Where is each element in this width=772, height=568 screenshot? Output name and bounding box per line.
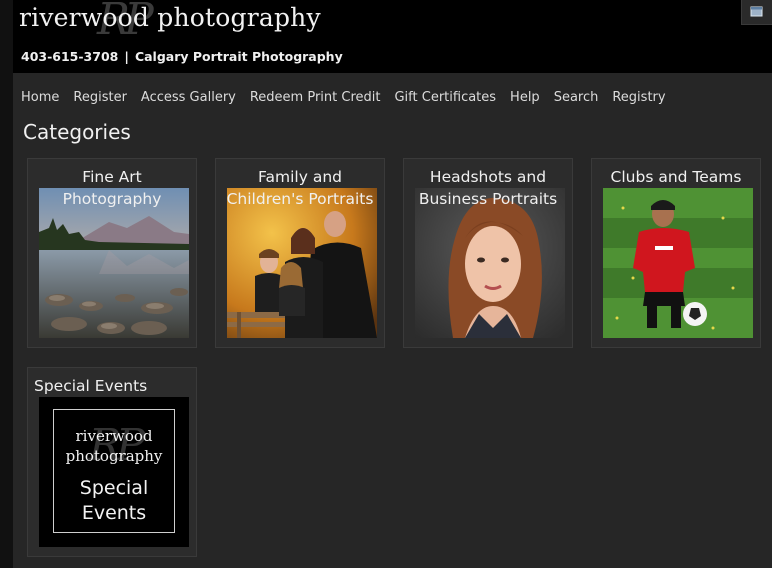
- category-card-special-events[interactable]: Special Events RP riverwood photography …: [27, 367, 197, 557]
- category-title: Special Events: [28, 375, 196, 397]
- category-title: Fine Art Photography: [28, 166, 196, 210]
- soccer-player-image: [603, 188, 753, 338]
- nav-register[interactable]: Register: [73, 90, 127, 105]
- tagline: 403-615-3708 | Calgary Portrait Photograph…: [21, 49, 343, 64]
- category-title: Family and Children's Portraits: [216, 166, 384, 210]
- category-thumbnail-soccer[interactable]: [603, 188, 753, 338]
- window-icon[interactable]: [741, 0, 772, 25]
- logo-text: riverwood photography: [19, 3, 321, 32]
- nav-gift-certificates[interactable]: Gift Certificates: [394, 90, 496, 105]
- category-thumbnail-family[interactable]: [227, 188, 377, 338]
- category-thumbnail-special-events[interactable]: RP riverwood photography Special Events: [39, 397, 189, 547]
- category-card-headshots[interactable]: Headshots and Business Portraits: [403, 158, 573, 348]
- category-title-line: Clubs and Teams: [610, 168, 742, 186]
- category-title-line: Fine Art: [82, 168, 142, 186]
- nav-home[interactable]: Home: [21, 90, 59, 105]
- headshot-image: [415, 188, 565, 338]
- category-title-line: Business Portraits: [418, 190, 558, 208]
- nav-access-gallery[interactable]: Access Gallery: [141, 90, 236, 105]
- category-card-clubs-teams[interactable]: Clubs and Teams: [591, 158, 761, 348]
- landscape-image: [39, 188, 189, 338]
- thumb-logo-text: riverwood photography: [65, 427, 163, 465]
- nav-redeem-print-credit[interactable]: Redeem Print Credit: [250, 90, 381, 105]
- category-thumbnail-headshot[interactable]: [415, 188, 565, 338]
- tagline-subtitle: Calgary Portrait Photography: [134, 49, 343, 64]
- category-title-line: Special Events: [34, 377, 148, 395]
- page-title: Categories: [23, 120, 131, 144]
- nav-search[interactable]: Search: [554, 90, 599, 105]
- thumb-caption-line: Events: [81, 502, 147, 524]
- category-thumbnail-landscape[interactable]: [39, 188, 189, 338]
- category-card-family[interactable]: Family and Children's Portraits: [215, 158, 385, 348]
- main-content: Home Register Access Gallery Redeem Print C…: [13, 73, 772, 568]
- main-nav: Home Register Access Gallery Redeem Print C…: [21, 86, 680, 105]
- tagline-separator: |: [124, 49, 129, 64]
- thumb-frame: RP riverwood photography Special Events: [53, 409, 175, 533]
- site-logo[interactable]: RP riverwood photography: [19, 0, 321, 48]
- thumb-caption: Special Events: [54, 476, 174, 526]
- category-title: Headshots and Business Portraits: [404, 166, 572, 210]
- category-title-line: Family and: [258, 168, 342, 186]
- category-title: Clubs and Teams: [592, 166, 760, 188]
- category-card-fine-art[interactable]: Fine Art Photography: [27, 158, 197, 348]
- phone-number: 403-615-3708: [21, 49, 119, 64]
- category-title-line: Children's Portraits: [226, 190, 374, 208]
- thumb-caption-line: Special: [79, 477, 149, 499]
- nav-registry[interactable]: Registry: [612, 90, 665, 105]
- category-title-line: Photography: [62, 190, 162, 208]
- family-portrait-image: [227, 188, 377, 338]
- nav-help[interactable]: Help: [510, 90, 540, 105]
- site-header: RP riverwood photography 403-615-3708 | Ca…: [13, 0, 772, 73]
- left-rail: [0, 0, 13, 568]
- category-title-line: Headshots and: [429, 168, 547, 186]
